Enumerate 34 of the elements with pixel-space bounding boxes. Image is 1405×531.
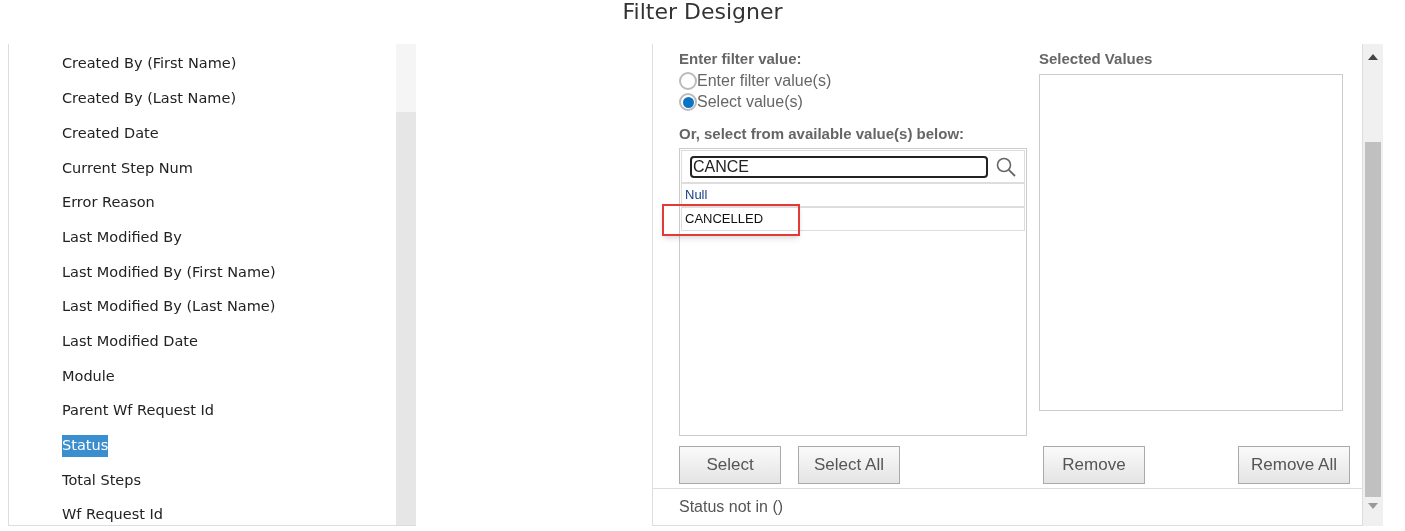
- radio-label: Enter filter value(s): [697, 71, 832, 91]
- field-list-item[interactable]: Total Steps: [62, 469, 142, 492]
- search-icon[interactable]: [996, 156, 1016, 177]
- window-title: Filter Designer: [622, 0, 783, 24]
- scrollbar[interactable]: [1363, 44, 1383, 526]
- field-list-item[interactable]: Created Date: [62, 122, 159, 145]
- scrollbar[interactable]: [396, 44, 416, 525]
- value-list-item[interactable]: Null: [681, 183, 1025, 207]
- field-list-item[interactable]: Created By (Last Name): [62, 88, 237, 110]
- action-button[interactable]: Select All: [798, 446, 900, 484]
- action-button[interactable]: Remove: [1043, 446, 1145, 484]
- radio-button[interactable]: [679, 93, 697, 111]
- field-list-item[interactable]: Error Reason: [62, 192, 155, 214]
- field-list-item[interactable]: Parent Wf Request Id: [62, 400, 215, 423]
- action-button[interactable]: Remove All: [1238, 446, 1350, 484]
- section-heading: Selected Values: [1039, 49, 1154, 69]
- action-button[interactable]: Select: [679, 446, 781, 484]
- field-list-item[interactable]: Current Step Num: [62, 157, 193, 180]
- value-list-item[interactable]: CANCELLED: [681, 207, 1025, 231]
- filter-expression: Status not in (): [679, 496, 784, 517]
- field-list-item[interactable]: Last Modified By (First Name): [62, 261, 276, 284]
- scroll-up-icon[interactable]: [1368, 54, 1378, 60]
- section-heading: Or, select from available value(s) below:: [679, 123, 966, 144]
- radio-label: Select value(s): [697, 92, 803, 112]
- field-list-item[interactable]: Last Modified By: [62, 226, 182, 249]
- field-list-item[interactable]: Wf Request Id: [62, 504, 164, 527]
- search-field[interactable]: CANCE: [690, 155, 988, 178]
- field-list-item[interactable]: Created By (First Name): [62, 53, 237, 76]
- scroll-down-icon[interactable]: [1368, 503, 1378, 509]
- radio-button[interactable]: [679, 72, 697, 90]
- field-list-item[interactable]: Last Modified By (Last Name): [62, 296, 276, 319]
- field-list-item[interactable]: Last Modified Date: [62, 330, 198, 353]
- field-list-item[interactable]: Module: [62, 365, 115, 388]
- section-heading: Enter filter value:: [679, 49, 803, 69]
